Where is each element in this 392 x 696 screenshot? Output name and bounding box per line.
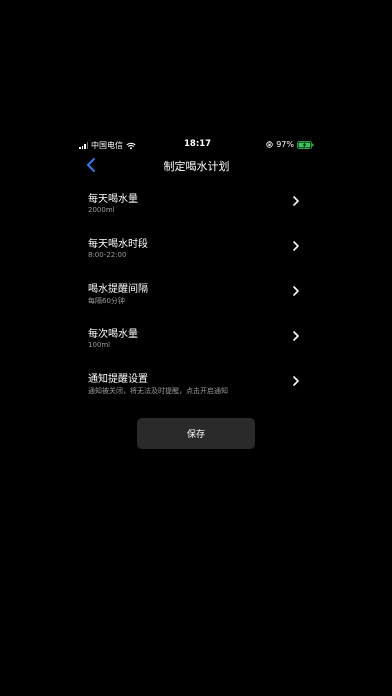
daily-water-amount-item[interactable]: 每天喝水量 2000ml (79, 178, 314, 223)
item-value: 8:00-22:00 (88, 251, 127, 259)
carrier-label: 中国电信 (91, 141, 123, 150)
item-value: 100ml (88, 341, 111, 349)
daily-drinking-period-item[interactable]: 每天喝水时段 8:00-22:00 (79, 223, 314, 268)
item-title: 喝水提醒间隔 (88, 284, 148, 295)
chevron-right-icon (293, 331, 299, 341)
chevron-right-icon (293, 286, 299, 296)
nav-bar: 制定喝水计划 (79, 154, 314, 176)
chevron-right-icon (293, 241, 299, 251)
item-value: 每隔60分钟 (88, 297, 125, 305)
status-time: 18:17 (184, 139, 212, 149)
battery-charging-icon (297, 140, 314, 149)
battery-percent: 97% (276, 140, 294, 149)
wifi-icon (126, 142, 136, 149)
notification-settings-item[interactable]: 通知提醒设置 通知被关闭，将无法及时提醒，点击开启通知 (79, 358, 314, 403)
chevron-right-icon (293, 376, 299, 386)
status-right: 97% (266, 140, 314, 149)
item-title: 每天喝水量 (88, 194, 138, 205)
settings-list: 每天喝水量 2000ml 每天喝水时段 8:00-22:00 喝水提醒间隔 每隔… (79, 178, 314, 403)
per-drink-amount-item[interactable]: 每次喝水量 100ml (79, 313, 314, 358)
status-bar: 中国电信 18:17 97% (79, 137, 314, 153)
page-title: 制定喝水计划 (163, 160, 230, 173)
orientation-lock-icon (266, 141, 273, 148)
save-button[interactable]: 保存 (137, 418, 255, 449)
item-value: 2000ml (88, 206, 115, 214)
item-title: 通知提醒设置 (88, 374, 148, 385)
item-title: 每天喝水时段 (88, 239, 148, 250)
status-left: 中国电信 (79, 140, 136, 151)
item-title: 每次喝水量 (88, 329, 138, 340)
signal-icon (79, 142, 88, 149)
reminder-interval-item[interactable]: 喝水提醒间隔 每隔60分钟 (79, 268, 314, 313)
chevron-right-icon (293, 196, 299, 206)
item-value: 通知被关闭，将无法及时提醒，点击开启通知 (88, 387, 228, 395)
